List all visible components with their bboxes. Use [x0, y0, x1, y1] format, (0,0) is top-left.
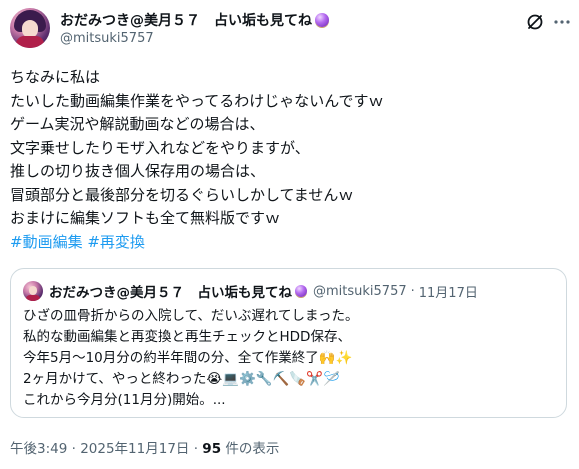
hashtag-link[interactable]: #動画編集: [10, 233, 83, 251]
post-line: ちなみに私は: [10, 68, 101, 86]
post-meta-footer: 午後3:49 · 2025年11月17日 · 95 件の表示: [10, 437, 279, 457]
quoted-post-body: ひざの皿骨折からの入院して、だいぶ遅れてしまった。 私的な動画編集と再変換と再生…: [23, 306, 558, 411]
grok-icon[interactable]: [525, 12, 545, 32]
quoted-post-date: 11月17日: [418, 285, 478, 301]
author-name-row[interactable]: おだみつき@美月５７ 占い垢も見てね: [60, 10, 329, 30]
quoted-post-line: ひざの皿骨折からの入院して、だいぶ遅れてしまった。: [23, 308, 359, 324]
quoted-post-card[interactable]: おだみつき@美月５７ 占い垢も見てね @mitsuki5757 · 11月17日…: [10, 268, 567, 418]
views-label: 件の表示: [221, 441, 280, 457]
quoted-post-line: 私的な動画編集と再変換と再生チェックとHDD保存、: [23, 329, 351, 345]
author-display-name[interactable]: おだみつき@美月５７ 占い垢も見てね: [60, 10, 312, 30]
post-line: ゲーム実況や解説動画などの場合は、: [10, 115, 265, 133]
post-line: おまけに編集ソフトも全て無料版ですｗ: [10, 209, 281, 227]
avatar-dress: [16, 36, 44, 48]
quoted-author-display-name: おだみつき@美月５７ 占い垢も見てね: [49, 285, 292, 301]
more-icon[interactable]: [552, 12, 572, 32]
author-avatar[interactable]: [10, 8, 50, 48]
purple-crystal-ball-icon: [315, 13, 329, 27]
author-handle[interactable]: @mitsuki5757: [60, 31, 154, 46]
quoted-post-line: 今年5月～10月分の約半年間の分、全て作業終了🙌✨: [23, 350, 353, 366]
meta-separator: ·: [189, 441, 203, 457]
quoted-post-line: 2ヶ月かけて、やっと終わった😭💻⚙️🔧⛏️🪚✂️🪡: [23, 371, 340, 387]
post-header: おだみつき@美月５７ 占い垢も見てね @mitsuki5757: [0, 0, 579, 58]
post-date[interactable]: 2025年11月17日: [80, 441, 189, 457]
hashtag-link[interactable]: #再変換: [87, 233, 145, 251]
post-line: 冒頭部分と最後部分を切るぐらいしかしてませんｗ: [10, 185, 354, 204]
quoted-author-avatar: [23, 281, 43, 301]
avatar-dress: [26, 295, 40, 301]
quoted-author-handle: @mitsuki5757: [313, 283, 407, 299]
post-body: ちなみに私は たいした動画編集作業をやってるわけじゃないんですｗ ゲーム実況や解…: [10, 66, 570, 254]
post-line: たいした動画編集作業をやってるわけじゃないんですｗ: [10, 91, 384, 110]
post-line: 文字乗せしたりモザ入れなどをやりますが、: [10, 138, 310, 157]
hashtag-row: #動画編集 #再変換: [10, 231, 570, 255]
post-line: 推しの切り抜き個人保存用の場合は、: [10, 162, 266, 180]
purple-crystal-ball-icon: [295, 285, 307, 297]
quoted-post-line: これから今月分(11月分)開始。...: [23, 392, 226, 408]
views-count[interactable]: 95: [202, 441, 221, 457]
meta-separator: ·: [67, 441, 81, 457]
quoted-post-header: おだみつき@美月５７ 占い垢も見てね @mitsuki5757 · 11月17日: [49, 281, 478, 302]
post-time[interactable]: 午後3:49: [10, 441, 67, 457]
meta-separator: ·: [410, 283, 415, 299]
avatar-face: [29, 286, 37, 295]
